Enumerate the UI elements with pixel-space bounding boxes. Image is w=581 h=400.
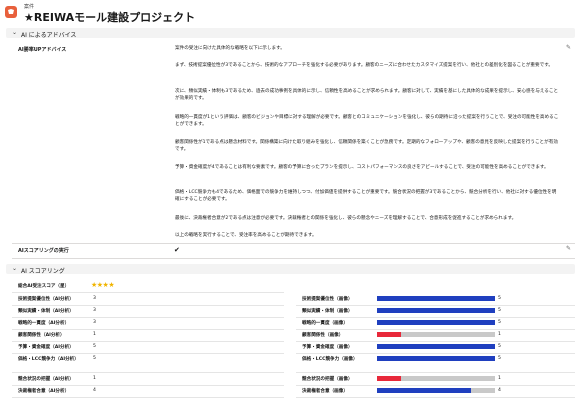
score-bar bbox=[377, 332, 495, 337]
star-rating: ★★★★ bbox=[91, 281, 115, 289]
score-bar-value: 1 bbox=[498, 376, 501, 381]
score-bar bbox=[377, 296, 495, 301]
score-image-label: 価格・LCC競争力（画像） bbox=[302, 357, 358, 362]
checkbox-checked-icon: ✔ bbox=[174, 246, 180, 254]
score-bar-fill bbox=[377, 344, 495, 349]
divider bbox=[296, 385, 575, 386]
score-bar bbox=[377, 320, 495, 325]
score-bar-value: 5 bbox=[498, 308, 501, 313]
field-label-ai-advice: AI勝率UPアドバイス bbox=[18, 47, 67, 53]
score-bar-value: 5 bbox=[498, 296, 501, 301]
score-bar bbox=[377, 344, 495, 349]
divider bbox=[296, 372, 575, 373]
record-header: 案件 ★REIWAモール建設プロジェクト bbox=[0, 0, 581, 24]
advice-paragraph: 予算・資金確度が4であることは有利な要素です。顧客の予算に合ったプランを提示し、… bbox=[175, 165, 549, 170]
advice-paragraph: 次に、類似実績・体制も3であるため、過去の成功事例を具体的に示し、信頼性を高める… bbox=[175, 89, 559, 101]
score-value: 5 bbox=[93, 344, 96, 349]
score-bar-value: 5 bbox=[498, 356, 501, 361]
divider bbox=[12, 353, 284, 354]
score-bar bbox=[377, 356, 495, 361]
score-label: 類似実績・体制（AI分析） bbox=[18, 309, 74, 314]
advice-paragraph: 戦略的一貫度が1という評価は、顧客のビジョンや目標に対する理解が必要です。顧客と… bbox=[175, 115, 559, 127]
section-ai-advice-header[interactable]: ⌄ AI によるアドバイス bbox=[6, 28, 575, 39]
divider bbox=[12, 385, 284, 386]
score-value: 3 bbox=[93, 320, 96, 325]
divider bbox=[12, 243, 575, 244]
score-bar-fill bbox=[377, 388, 472, 393]
section-title: AI スコアリング bbox=[21, 268, 65, 275]
score-value: 1 bbox=[93, 332, 96, 337]
advice-paragraph: まず、技術提案優位性が3であることから、技術的なアプローチを強化する必要がありま… bbox=[175, 63, 553, 68]
score-image-label: 競合状況の把握（画像） bbox=[302, 377, 353, 382]
divider bbox=[12, 292, 284, 293]
score-image-label: 顧客関係性（画像） bbox=[302, 333, 344, 338]
score-bar bbox=[377, 388, 495, 393]
divider bbox=[12, 317, 284, 318]
score-value: 4 bbox=[93, 388, 96, 393]
score-image-label: 予算・資金確度（画像） bbox=[302, 345, 353, 350]
score-label: 技術提案優位性（AI分析） bbox=[18, 297, 74, 302]
field-label-overall-score: 総合AI受注スコア（星） bbox=[18, 284, 70, 289]
score-image-label: 技術提案優位性（画像） bbox=[302, 297, 353, 302]
advice-paragraph: 案件の受注に向けた具体的な戦略を以下に示します。 bbox=[175, 46, 285, 51]
score-bar-value: 1 bbox=[498, 332, 501, 337]
score-label: 決裁権者合意（AI分析） bbox=[18, 389, 70, 394]
score-value: 5 bbox=[93, 356, 96, 361]
section-title: AI によるアドバイス bbox=[21, 32, 77, 39]
score-value: 3 bbox=[93, 296, 96, 301]
advice-paragraph: 顧客関係性が1である点は懸念材料です。関係構築に向けた取り組みを強化し、信頼関係… bbox=[175, 140, 558, 152]
advice-paragraph: 価格・LCC競争力も4であるため、価格面での競争力を維持しつつ、付加価値を提供す… bbox=[175, 190, 557, 202]
score-label: 戦略的一貫度（AI分析） bbox=[18, 321, 70, 326]
score-label: 顧客関係性（AI分析） bbox=[18, 333, 65, 338]
divider bbox=[296, 329, 575, 330]
score-image-label: 類似実績・体制（画像） bbox=[302, 309, 353, 314]
chevron-down-icon: ⌄ bbox=[12, 265, 18, 272]
score-bar-fill bbox=[377, 320, 495, 325]
opportunity-icon bbox=[5, 6, 17, 18]
edit-pencil-icon[interactable]: ✎ bbox=[566, 245, 571, 252]
divider bbox=[12, 305, 284, 306]
score-bar-value: 5 bbox=[498, 320, 501, 325]
edit-pencil-icon[interactable]: ✎ bbox=[566, 44, 571, 51]
divider bbox=[12, 258, 575, 259]
divider bbox=[296, 397, 575, 398]
score-label: 予算・資金確度（AI分析） bbox=[18, 345, 74, 350]
divider bbox=[296, 353, 575, 354]
divider bbox=[296, 305, 575, 306]
field-label-execute-scoring: AIスコアリングの実行 bbox=[18, 248, 69, 254]
divider bbox=[12, 372, 284, 373]
star-icons: ★★★★ bbox=[91, 281, 115, 289]
score-bar-fill bbox=[377, 332, 401, 337]
divider bbox=[12, 341, 284, 342]
score-bar bbox=[377, 376, 495, 381]
divider bbox=[296, 317, 575, 318]
score-value: 1 bbox=[93, 376, 96, 381]
score-label: 競合状況の把握（AI分析） bbox=[18, 377, 74, 382]
score-bar-fill bbox=[377, 308, 495, 313]
score-bar-value: 4 bbox=[498, 388, 501, 393]
score-bar-fill bbox=[377, 376, 401, 381]
score-image-label: 戦略的一貫度（画像） bbox=[302, 321, 348, 326]
record-title: ★REIWAモール建設プロジェクト bbox=[24, 11, 196, 24]
score-bar-fill bbox=[377, 296, 495, 301]
section-ai-scoring-header[interactable]: ⌄ AI スコアリング bbox=[6, 264, 575, 275]
score-value: 3 bbox=[93, 308, 96, 313]
advice-paragraph: 以上の戦略を実行することで、受注率を高めることが期待できます。 bbox=[175, 233, 317, 238]
divider bbox=[12, 329, 284, 330]
advice-paragraph: 最後に、決裁権者合意が2である点は注意が必要です。決裁権者との関係を強化し、彼ら… bbox=[175, 216, 517, 221]
score-label: 価格・LCC競争力（AI分析） bbox=[18, 357, 79, 362]
chevron-down-icon: ⌄ bbox=[12, 29, 18, 36]
score-bar bbox=[377, 308, 495, 313]
divider bbox=[296, 341, 575, 342]
divider bbox=[12, 397, 284, 398]
score-bar-fill bbox=[377, 356, 495, 361]
score-bar-value: 5 bbox=[498, 344, 501, 349]
score-image-label: 決裁権者合意（画像） bbox=[302, 389, 348, 394]
